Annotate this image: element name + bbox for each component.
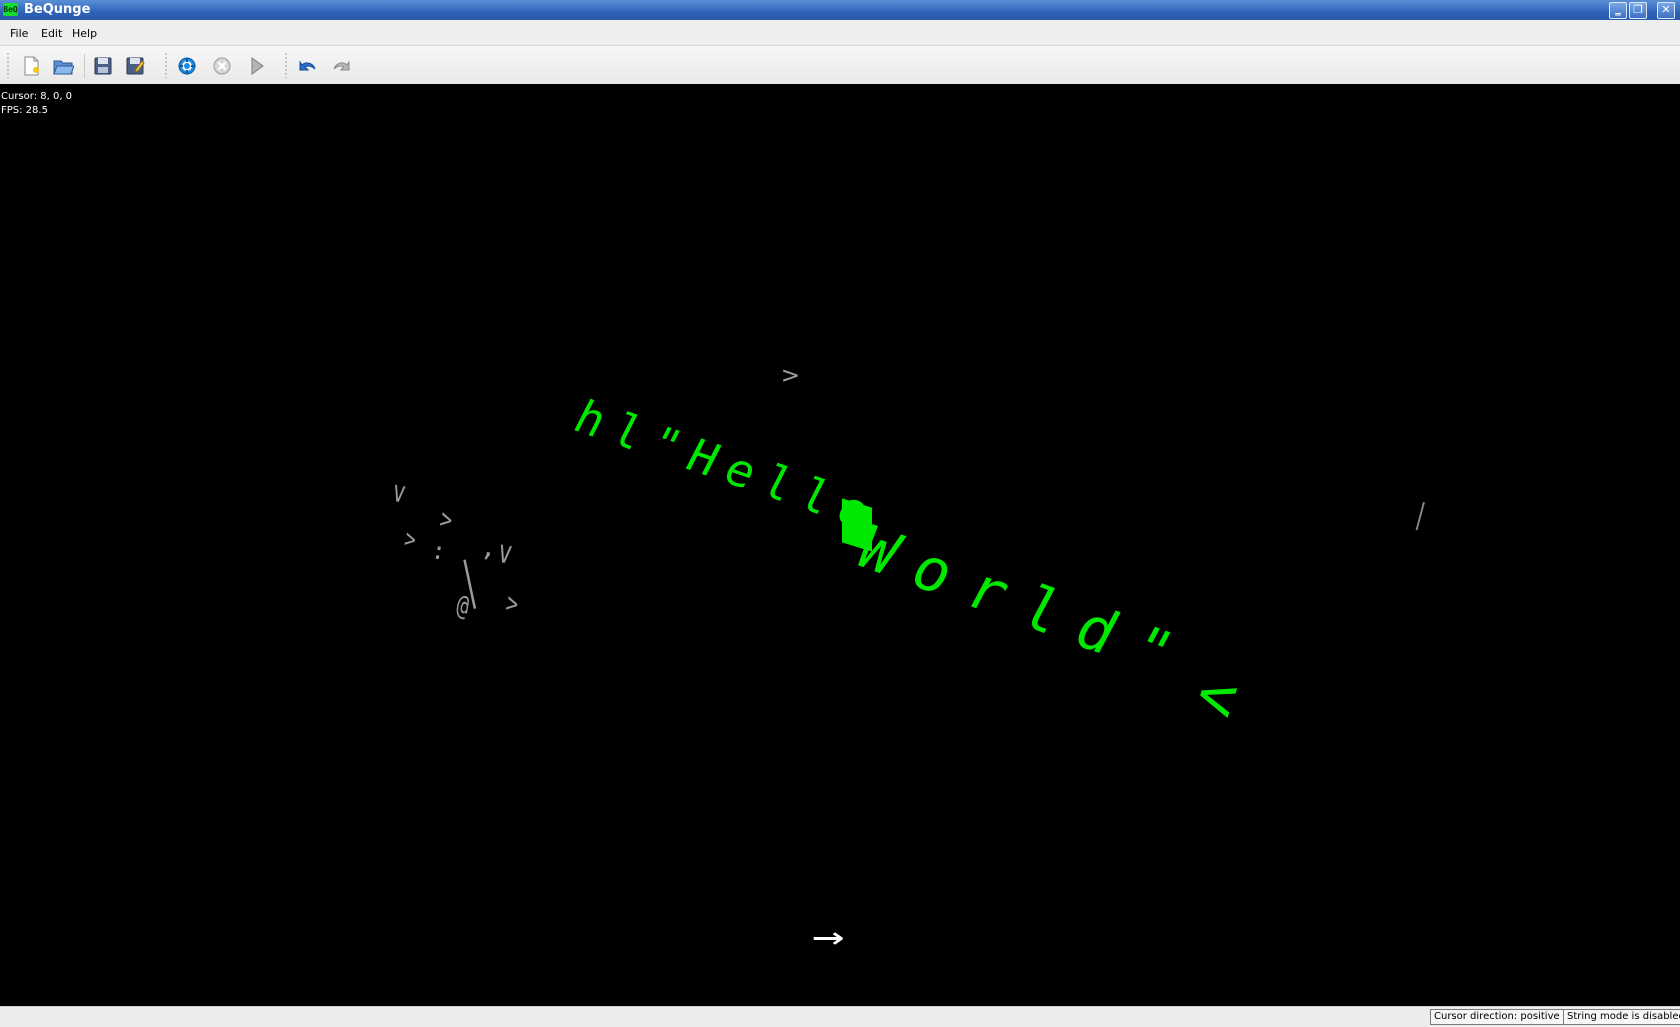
run-icon[interactable] (176, 55, 198, 77)
toolbar-grip[interactable] (165, 52, 167, 78)
window-title: BeQunge (24, 2, 91, 17)
redo-icon[interactable] (331, 55, 353, 77)
status-bar: Cursor direction: positive x String mode… (0, 1006, 1680, 1027)
toolbar (0, 46, 1680, 85)
toolbar-grip[interactable] (285, 52, 287, 78)
grey-underscore: _ (1364, 488, 1426, 531)
grey-glyph-arrow2: > (401, 524, 419, 556)
open-folder-icon[interactable] (52, 55, 74, 77)
status-string-mode: String mode is disabled (1563, 1009, 1680, 1025)
title-bar: BeQ BeQunge ‗ ❐ ✕ (0, 0, 1680, 20)
new-file-icon[interactable] (20, 55, 42, 77)
grey-glyph-v1: v (389, 474, 409, 511)
menu-help[interactable]: Help (72, 27, 97, 40)
grey-glyph-colon: : (429, 536, 449, 567)
menu-file[interactable]: File (10, 27, 28, 40)
close-icon[interactable]: ✕ (1657, 2, 1675, 19)
menu-edit[interactable]: Edit (41, 27, 62, 40)
funge-3d-viewport[interactable]: Cursor: 8, 0, 0 FPS: 28.5 > hl"Hello Wor… (0, 84, 1680, 1006)
toolbar-grip[interactable] (7, 52, 9, 78)
save-icon[interactable] (92, 55, 114, 77)
code-line-right: World" (844, 514, 1206, 696)
minimize-icon[interactable]: ‗ (1609, 2, 1627, 19)
save-as-icon[interactable] (124, 55, 146, 77)
cursor-readout: Cursor: 8, 0, 0 (1, 91, 73, 102)
direction-indicator-icon: → (812, 914, 845, 959)
step-icon[interactable] (246, 55, 268, 77)
grey-arrow-top: > (782, 360, 799, 390)
grey-glyph-arrow3: > (503, 586, 522, 621)
restore-icon[interactable]: ❐ (1629, 2, 1647, 19)
menu-bar: File Edit Help (0, 20, 1680, 46)
grey-glyph-arrow1: > (437, 502, 456, 537)
code-arrow-left: < (1187, 656, 1247, 739)
stop-icon[interactable] (211, 55, 233, 77)
status-direction: Cursor direction: positive x (1430, 1009, 1564, 1025)
fps-readout: FPS: 28.5 (1, 105, 48, 116)
app-icon: BeQ (3, 3, 18, 16)
undo-icon[interactable] (296, 55, 318, 77)
grey-glyph-at: @ (454, 588, 472, 623)
toolbar-separator (84, 54, 85, 78)
